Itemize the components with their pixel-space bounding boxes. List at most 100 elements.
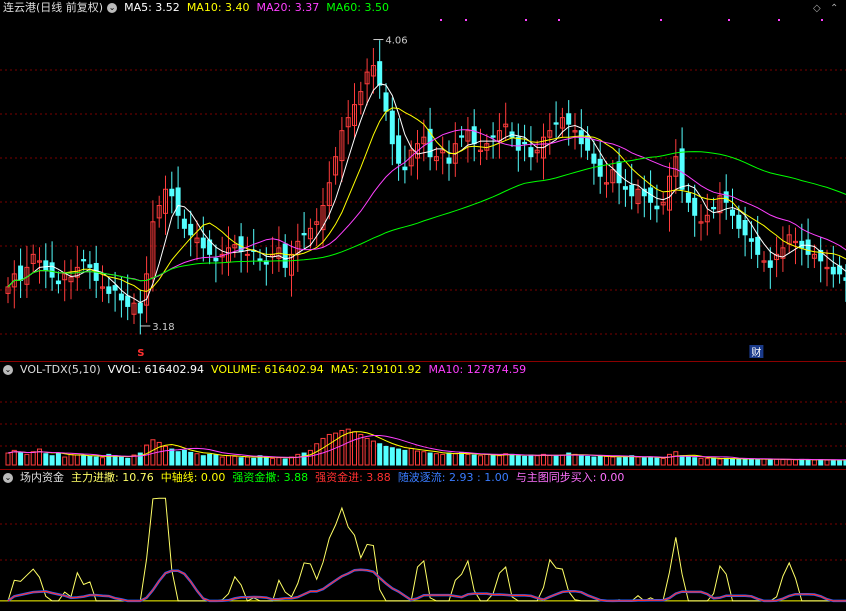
volume-bar [767, 459, 773, 466]
volume-bar [660, 457, 666, 466]
follow-legend: 随波逐流: 2.93 : 1.00 [397, 471, 509, 484]
candle-body [566, 113, 572, 125]
volume-bar [541, 453, 546, 466]
volume-panel: ⌄ VOL-TDX(5,10) VVOL: 616402.94 VOLUME: … [0, 362, 846, 470]
candle-body [522, 141, 528, 145]
candle-body [692, 197, 698, 216]
volume-bar [112, 455, 118, 466]
chevron-down-icon[interactable]: ⌄ [3, 365, 13, 375]
signal-dot [778, 19, 780, 21]
volume-bar [515, 455, 521, 466]
volume-bar [415, 450, 420, 466]
candle-body [654, 205, 660, 210]
candle-body [629, 184, 635, 197]
fund-chart [0, 497, 846, 603]
volume-bar [150, 439, 156, 466]
candle-body [597, 158, 603, 177]
strong-scatter-legend: 强资金撒: 3.88 [232, 471, 309, 484]
volume-bar [219, 456, 225, 466]
volume-bar [528, 454, 534, 466]
volume-bar [30, 451, 36, 466]
volume-bar [188, 451, 194, 466]
volume-bar [118, 456, 124, 466]
volume-bar [87, 455, 93, 466]
volume-bar [364, 437, 370, 466]
strong-in-line [7, 569, 846, 602]
volume-bar [383, 445, 389, 466]
candle-body [736, 214, 742, 229]
volume-bar [717, 458, 723, 466]
candle-body [830, 266, 836, 275]
stock-title: 连云港(日线 前复权) [3, 1, 104, 14]
volume-bar [522, 455, 528, 466]
volume-bar [673, 451, 679, 466]
volume-bar [490, 454, 496, 466]
volume-bar [251, 457, 257, 466]
volume-bar [440, 453, 446, 466]
volume-bar [471, 454, 477, 466]
vol-ma5-legend: MA5: 219101.92 [330, 363, 422, 376]
candle-body [679, 148, 685, 190]
signal-dot [660, 19, 662, 21]
volume-bar [698, 457, 704, 466]
volume-bar [824, 459, 830, 466]
candle-body [43, 260, 49, 272]
volume-bar [730, 458, 735, 466]
volume-bar [484, 453, 490, 466]
volume-bar [389, 447, 395, 466]
volume-bar [68, 453, 74, 466]
chevron-down-icon[interactable]: ⌄ [107, 3, 118, 13]
volume-bar [402, 449, 408, 466]
candle-body [181, 218, 187, 229]
price-chart: 4.06 3.18 S 财 [0, 19, 846, 359]
candle-body [137, 302, 143, 314]
volume-bar [232, 455, 238, 466]
volume-bar [49, 455, 55, 466]
collapse-icon[interactable]: ⌃ [830, 3, 838, 14]
volume-bar [534, 455, 540, 466]
volume-bar [553, 455, 559, 466]
volume-bar [226, 455, 231, 466]
candle-body [118, 293, 124, 301]
volume-bar [723, 457, 729, 466]
candle-body [748, 238, 754, 242]
candle-body [767, 260, 773, 268]
signal-dot [525, 19, 527, 21]
candle-body [81, 259, 87, 262]
candle-body [301, 233, 307, 236]
volume-bar [452, 453, 458, 466]
signal-dot [728, 19, 730, 21]
volume-bar [604, 455, 609, 466]
volume-bar [635, 456, 641, 466]
candle-body [799, 240, 805, 249]
volume-bar [736, 458, 742, 466]
volume-bar [270, 457, 276, 466]
fund-name: 场内资金 [20, 471, 64, 484]
diamond-icon[interactable]: ◇ [813, 3, 821, 14]
volume-bar [761, 458, 767, 466]
volume-bar [547, 454, 553, 466]
candle-body [490, 135, 496, 138]
volume-bar [597, 455, 603, 466]
volume-bar [692, 457, 698, 466]
volume-bar [213, 454, 219, 466]
candle-body [446, 157, 452, 164]
candle-body [730, 209, 735, 216]
chevron-down-icon[interactable]: ⌄ [3, 473, 13, 483]
volume-legend-val: VOLUME: 616402.94 [211, 363, 324, 376]
volume-bar [301, 452, 307, 466]
price-panel: 4.06 3.18 S 财 连云港(日线 前复权) ⌄ MA5: 3.52 MA10:… [0, 0, 846, 362]
volume-bar [830, 459, 836, 466]
candle-body [49, 262, 55, 278]
finance-marker: 财 [751, 346, 761, 359]
volume-bar [263, 456, 269, 466]
volume-bar [207, 453, 213, 466]
volume-bar [774, 458, 780, 466]
volume-bar [572, 453, 578, 466]
volume-bar [377, 443, 383, 466]
volume-bar [748, 458, 754, 466]
volume-bar [370, 440, 376, 466]
candle-body [55, 280, 61, 285]
volume-bar [837, 459, 843, 466]
volume-bar [578, 455, 584, 466]
